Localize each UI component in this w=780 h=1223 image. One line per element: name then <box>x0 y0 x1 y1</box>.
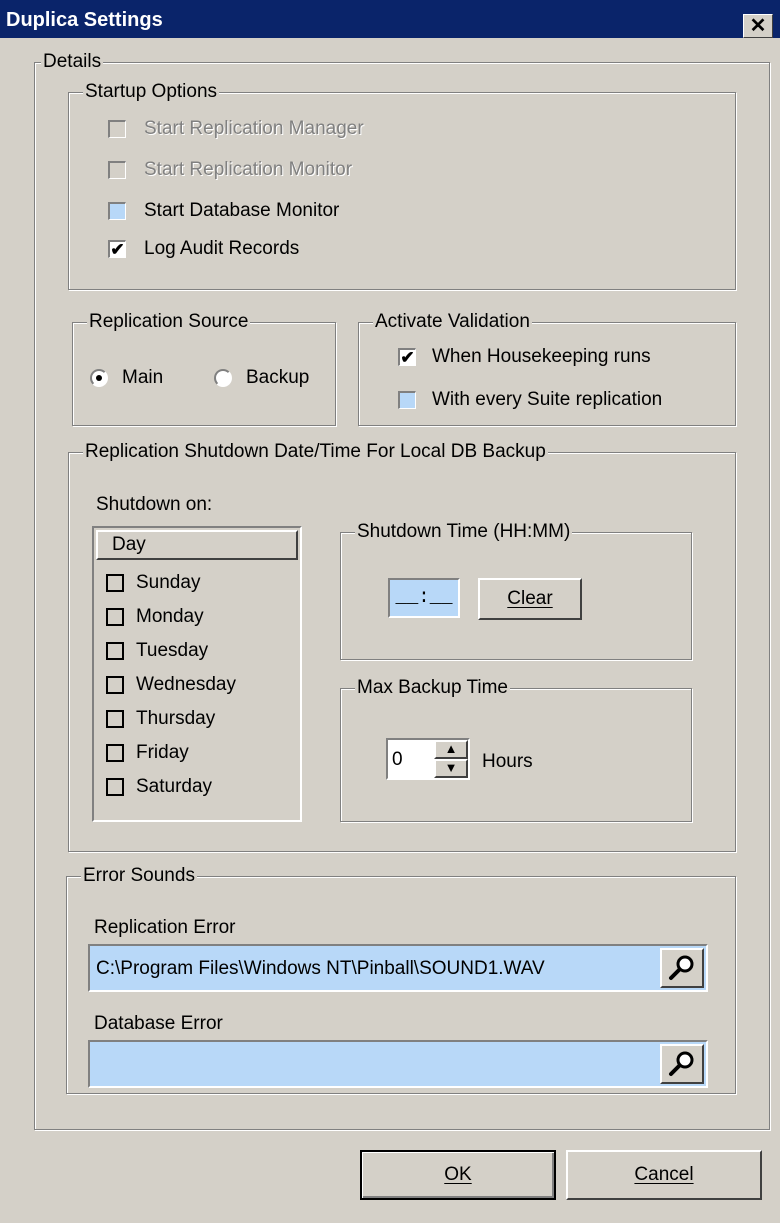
day-label-tuesday: Tuesday <box>136 640 209 661</box>
database-error-input[interactable] <box>88 1040 708 1088</box>
start-database-monitor-checkbox[interactable] <box>108 202 126 220</box>
day-label-wednesday: Wednesday <box>136 674 236 695</box>
when-housekeeping-runs-label: When Housekeeping runs <box>432 346 651 367</box>
day-label-monday: Monday <box>136 606 204 627</box>
shutdown-time-input[interactable]: __:__ <box>388 578 460 618</box>
radio-backup-label: Backup <box>246 367 310 388</box>
start-replication-monitor-checkbox[interactable] <box>108 161 126 179</box>
window-title: Duplica Settings <box>6 9 163 31</box>
day-checkbox-thursday[interactable] <box>106 710 124 728</box>
arrow-up-icon: ▲ <box>444 741 458 756</box>
radio-selected-dot <box>96 375 102 381</box>
start-replication-manager-checkbox[interactable] <box>108 120 126 138</box>
with-every-suite-replication-checkbox[interactable] <box>398 391 416 409</box>
replication-source-legend: Replication Source <box>87 311 251 333</box>
hours-label: Hours <box>482 751 533 772</box>
title-bar: Duplica Settings ✕ <box>0 0 780 38</box>
day-label-thursday: Thursday <box>136 708 216 729</box>
database-error-label: Database Error <box>94 1013 223 1034</box>
max-backup-time-legend: Max Backup Time <box>355 677 510 699</box>
shutdown-time-value: __:__ <box>395 586 453 608</box>
day-checkbox-saturday[interactable] <box>106 778 124 796</box>
checkmark-icon: ✔ <box>110 240 125 259</box>
day-checkbox-tuesday[interactable] <box>106 642 124 660</box>
replication-error-input[interactable]: C:\Program Files\Windows NT\Pinball\SOUN… <box>88 944 708 992</box>
day-checkbox-friday[interactable] <box>106 744 124 762</box>
activate-validation-legend: Activate Validation <box>373 311 532 333</box>
replication-error-value: C:\Program Files\Windows NT\Pinball\SOUN… <box>96 958 545 979</box>
settings-dialog: Duplica Settings ✕ Details Startup Optio… <box>0 0 780 1223</box>
day-label-sunday: Sunday <box>136 572 201 593</box>
day-column-header[interactable]: Day <box>96 530 298 560</box>
error-sounds-legend: Error Sounds <box>81 865 197 887</box>
day-list[interactable]: Day Sunday Monday Tuesday Wednesday Thur… <box>92 526 302 822</box>
log-audit-records-label: Log Audit Records <box>144 238 300 259</box>
ok-button-label: OK <box>444 1164 472 1185</box>
spin-up-button[interactable]: ▲ <box>434 740 468 759</box>
close-icon: ✕ <box>749 15 767 37</box>
radio-main[interactable] <box>90 369 108 387</box>
replication-error-label: Replication Error <box>94 917 236 938</box>
with-every-suite-replication-label: With every Suite replication <box>432 389 663 410</box>
arrow-down-icon: ▼ <box>444 760 458 775</box>
database-error-browse-button[interactable] <box>660 1044 704 1084</box>
max-backup-hours-value: 0 <box>392 749 403 770</box>
shutdown-on-label: Shutdown on: <box>96 494 213 515</box>
day-label-saturday: Saturday <box>136 776 213 797</box>
checkmark-icon: ✔ <box>400 348 415 367</box>
close-button[interactable]: ✕ <box>743 14 773 38</box>
details-legend: Details <box>41 51 104 73</box>
replication-error-browse-button[interactable] <box>660 948 704 988</box>
shutdown-time-legend: Shutdown Time (HH:MM) <box>355 521 573 543</box>
when-housekeeping-runs-checkbox[interactable]: ✔ <box>398 348 416 366</box>
day-label-friday: Friday <box>136 742 189 763</box>
ok-button[interactable]: OK <box>360 1150 556 1200</box>
day-checkbox-monday[interactable] <box>106 608 124 626</box>
radio-backup[interactable] <box>214 369 232 387</box>
log-audit-records-checkbox[interactable]: ✔ <box>108 240 126 258</box>
replication-shutdown-legend: Replication Shutdown Date/Time For Local… <box>83 441 548 463</box>
spin-down-button[interactable]: ▼ <box>434 759 468 778</box>
magnifier-icon <box>669 955 694 980</box>
day-checkbox-sunday[interactable] <box>106 574 124 592</box>
cancel-button-label: Cancel <box>634 1164 694 1185</box>
max-backup-hours-spinner[interactable]: 0 ▲ ▼ <box>386 738 470 780</box>
radio-main-label: Main <box>122 367 164 388</box>
magnifier-icon <box>669 1051 694 1076</box>
start-database-monitor-label: Start Database Monitor <box>144 200 340 221</box>
start-replication-monitor-label: Start Replication Monitor <box>144 159 353 180</box>
cancel-button[interactable]: Cancel <box>566 1150 762 1200</box>
clear-button-label: Clear <box>507 588 553 609</box>
startup-options-legend: Startup Options <box>83 81 220 103</box>
start-replication-manager-label: Start Replication Manager <box>144 118 364 139</box>
day-checkbox-wednesday[interactable] <box>106 676 124 694</box>
clear-button[interactable]: Clear <box>478 578 582 620</box>
day-column-header-label: Day <box>112 534 146 555</box>
